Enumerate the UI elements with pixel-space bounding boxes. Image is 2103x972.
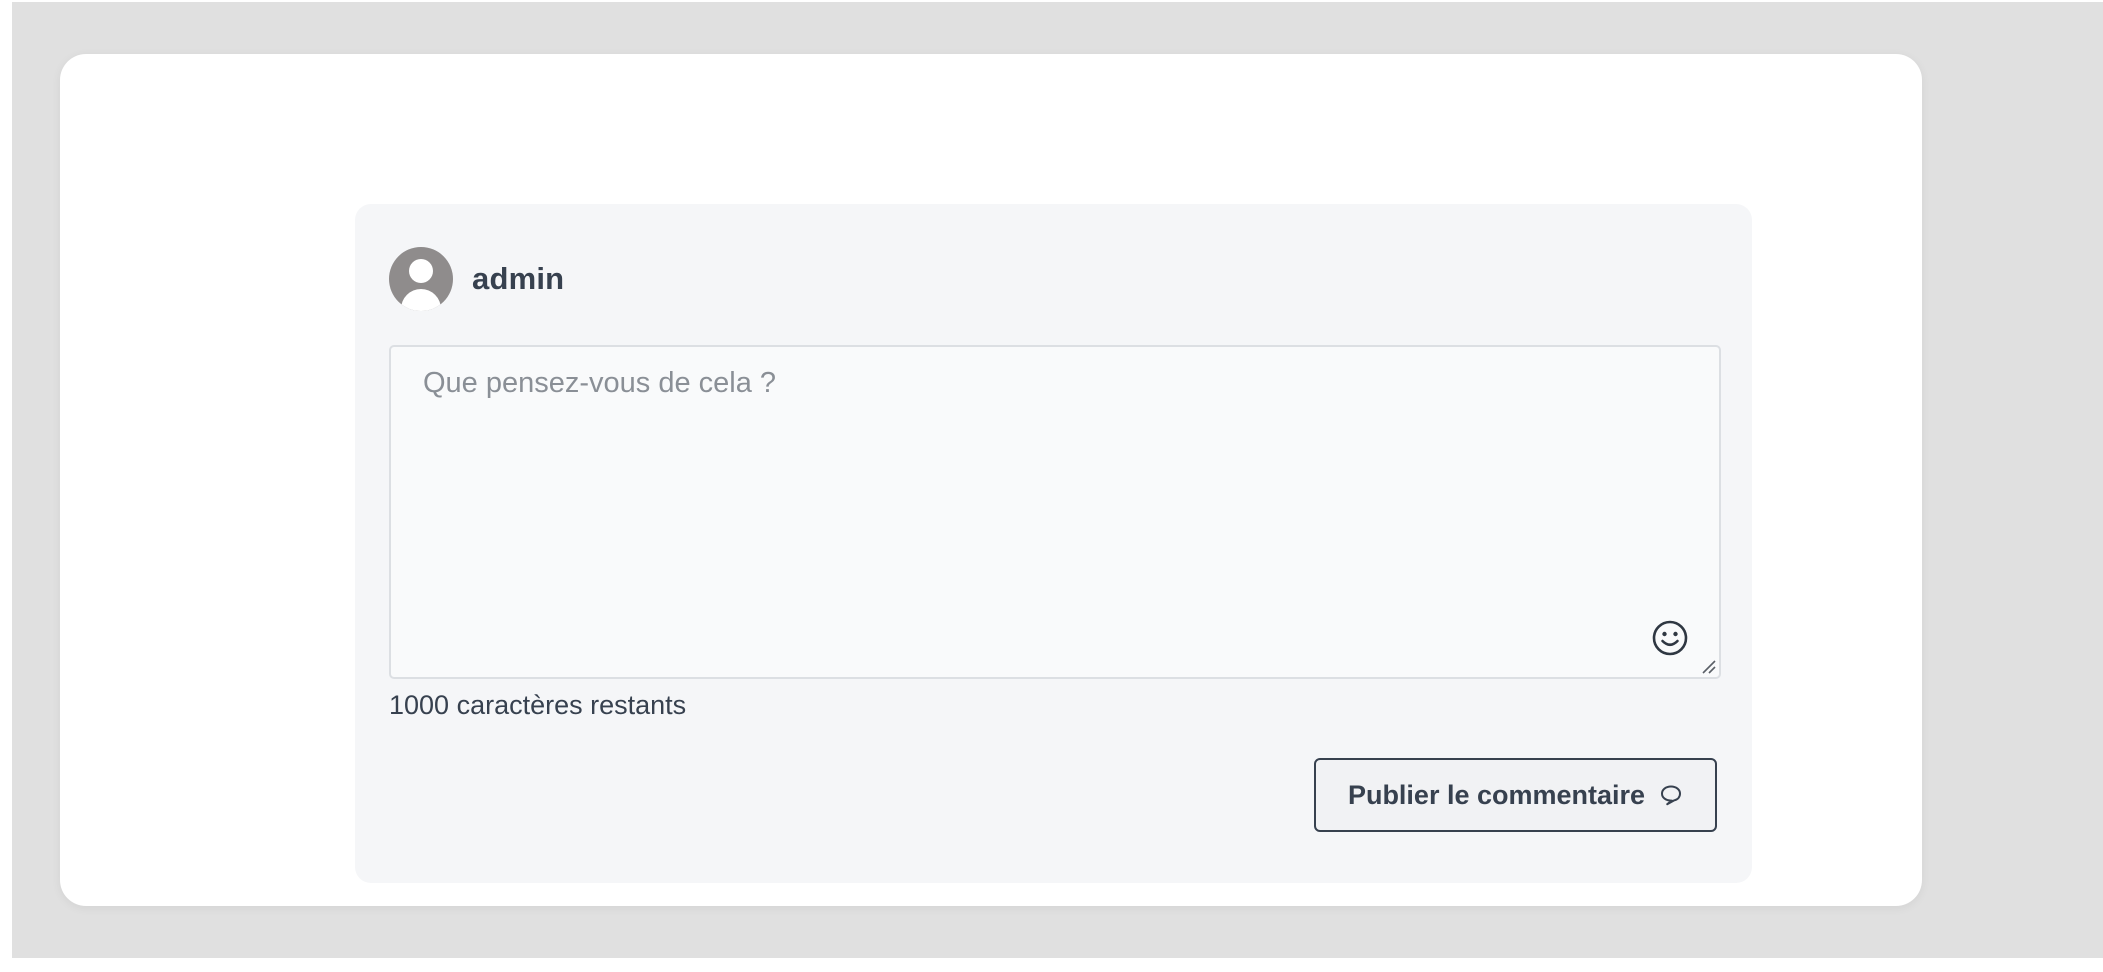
publish-comment-button[interactable]: Publier le commentaire <box>1314 758 1717 832</box>
characters-remaining: 1000 caractères restants <box>389 690 687 720</box>
comment-author: admin <box>389 247 564 311</box>
comment-input-container <box>389 345 1721 679</box>
content-card: admin 1000 caractères restants <box>60 54 1922 906</box>
publish-button-label: Publier le commentaire <box>1347 779 1646 810</box>
comment-input[interactable] <box>391 347 1719 677</box>
resize-handle[interactable] <box>1700 658 1716 674</box>
smiley-icon[interactable] <box>1651 619 1689 657</box>
user-silhouette-icon <box>401 259 441 311</box>
comment-form: admin 1000 caractères restants <box>355 204 1752 883</box>
username: admin <box>472 261 565 296</box>
speech-bubble-icon <box>1659 783 1683 807</box>
avatar <box>389 247 453 311</box>
